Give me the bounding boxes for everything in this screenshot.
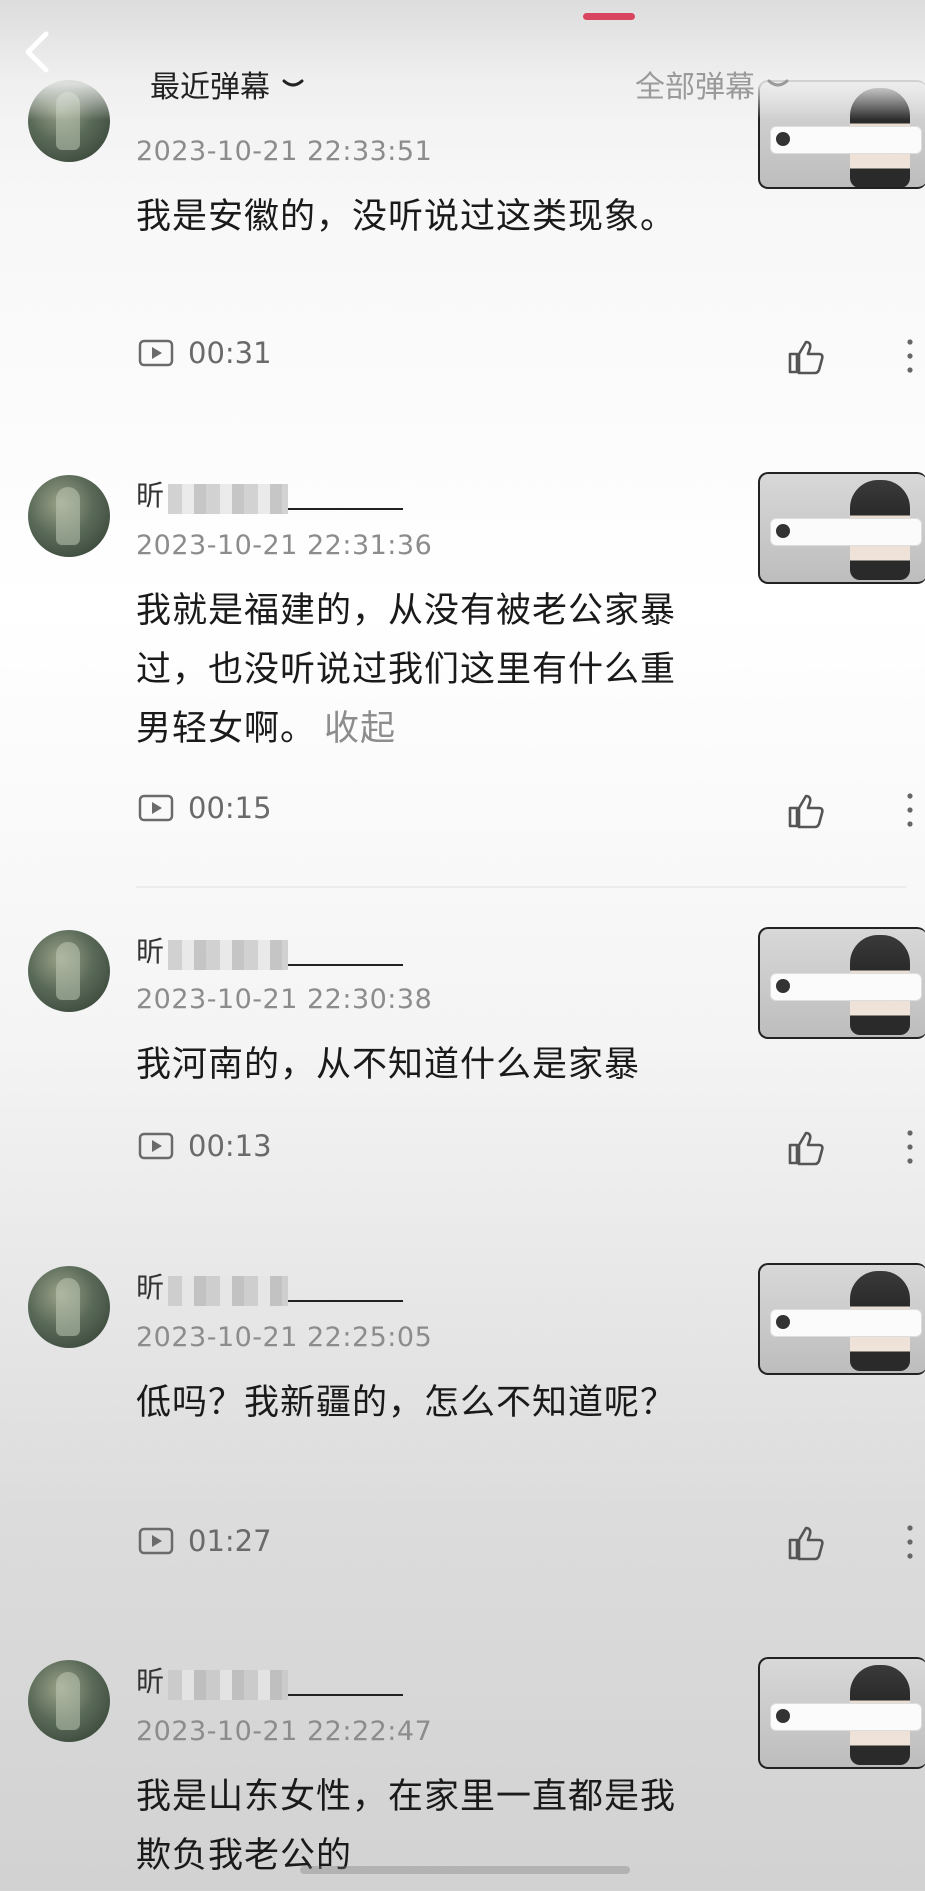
comment-text-body: 我就是福建的，从没有被老公家暴过，也没听说过我们这里有什么重男轻女啊。 <box>136 591 677 749</box>
avatar[interactable] <box>28 1266 110 1348</box>
play-icon <box>138 1132 174 1160</box>
tab-recent-danmaku[interactable]: 最近弹幕 <box>150 62 304 106</box>
play-position[interactable]: 00:15 <box>138 791 272 825</box>
username[interactable]: 昕 <box>136 1266 404 1306</box>
comment-text: 低吗？我新疆的，怎么不知道呢？ <box>136 1383 677 1423</box>
comment-timestamp: 2023-10-21 22:33:51 <box>136 136 433 167</box>
video-thumbnail[interactable] <box>758 1657 925 1769</box>
tab-label: 最近弹幕 <box>150 70 270 105</box>
more-icon[interactable] <box>905 1522 915 1562</box>
thumbs-up-icon[interactable] <box>786 1522 826 1562</box>
comment-timestamp: 2023-10-21 22:30:38 <box>136 984 433 1015</box>
back-button[interactable] <box>18 28 58 76</box>
play-time: 00:31 <box>188 336 272 370</box>
more-icon[interactable] <box>905 336 915 376</box>
play-time: 01:27 <box>188 1524 272 1558</box>
comment-timestamp: 2023-10-21 22:25:05 <box>136 1322 433 1353</box>
top-bar: 最近弹幕 全部弹幕 <box>0 0 925 120</box>
comment-timestamp: 2023-10-21 22:22:47 <box>136 1716 433 1747</box>
username-text: 昕 <box>136 935 165 968</box>
username-text: 昕 <box>136 1271 165 1304</box>
play-icon <box>138 1527 174 1555</box>
tab-all-danmaku[interactable]: 全部弹幕 <box>635 62 789 106</box>
divider <box>136 886 906 888</box>
play-position[interactable]: 00:31 <box>138 336 272 370</box>
thumbs-up-icon[interactable] <box>786 1127 826 1167</box>
play-time: 00:15 <box>188 791 272 825</box>
avatar[interactable] <box>28 930 110 1012</box>
chevron-down-icon <box>767 79 789 87</box>
comment-text: 我河南的，从不知道什么是家暴 <box>136 1045 641 1085</box>
comment-text: 我是安徽的，没听说过这类现象。 <box>136 197 677 237</box>
avatar[interactable] <box>28 1660 110 1742</box>
username[interactable]: 昕 <box>136 474 404 514</box>
username-text: 昕 <box>136 479 165 512</box>
play-position[interactable]: 00:13 <box>138 1129 272 1163</box>
play-time: 00:13 <box>188 1129 272 1163</box>
more-icon[interactable] <box>905 790 915 830</box>
play-icon <box>138 339 174 367</box>
play-position[interactable]: 01:27 <box>138 1524 272 1558</box>
drag-handle[interactable] <box>583 13 635 20</box>
thumbs-up-icon[interactable] <box>786 790 826 830</box>
home-indicator <box>300 1866 630 1874</box>
tab-label: 全部弹幕 <box>635 70 755 105</box>
comment-text: 我就是福建的，从没有被老公家暴过，也没听说过我们这里有什么重男轻女啊。 收起 <box>136 582 681 759</box>
username[interactable]: 昕 <box>136 930 404 970</box>
chevron-left-icon <box>25 31 49 73</box>
comment-timestamp: 2023-10-21 22:31:36 <box>136 530 433 561</box>
thumbs-up-icon[interactable] <box>786 336 826 376</box>
more-icon[interactable] <box>905 1127 915 1167</box>
video-thumbnail[interactable] <box>758 927 925 1039</box>
chevron-down-icon <box>282 79 304 87</box>
video-thumbnail[interactable] <box>758 1263 925 1375</box>
username[interactable]: 昕 <box>136 1660 404 1700</box>
avatar[interactable] <box>28 475 110 557</box>
collapse-link[interactable]: 收起 <box>324 709 396 749</box>
play-icon <box>138 794 174 822</box>
username-text: 昕 <box>136 1665 165 1698</box>
video-thumbnail[interactable] <box>758 472 925 584</box>
